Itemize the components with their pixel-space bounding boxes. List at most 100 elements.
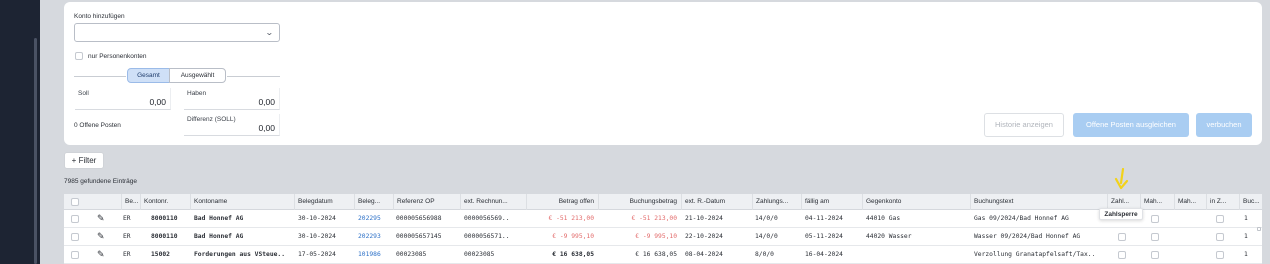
cell-doc-link[interactable]: 101986 xyxy=(358,246,381,264)
segment-total[interactable]: Gesamt xyxy=(127,68,170,83)
haben-label: Haben xyxy=(187,90,207,97)
column-header[interactable]: Kontoname xyxy=(190,194,294,210)
pencil-icon[interactable]: ✎ xyxy=(97,249,105,260)
cell-due-date: 16-04-2024 xyxy=(805,251,843,258)
column-header[interactable]: Be... xyxy=(121,194,140,210)
cell-ext-date: 22-10-2024 xyxy=(685,233,723,240)
account-select[interactable]: ⌄ xyxy=(74,23,280,42)
cell-payment-terms: 8/0/0 xyxy=(755,251,774,258)
cell-booking-text: Gas 09/2024/Bad Honnef AG xyxy=(974,215,1069,222)
cell-date: 30-10-2024 xyxy=(298,215,336,222)
show-history-button[interactable]: Historie anzeigen xyxy=(984,113,1064,137)
cell-account-name: Forderungen aus VSteue.. xyxy=(194,251,285,258)
cell-buc: 1 xyxy=(1244,251,1248,258)
row-checkbox[interactable] xyxy=(71,233,79,241)
cell-payment-terms: 14/0/0 xyxy=(755,233,778,240)
row-checkbox[interactable] xyxy=(71,215,79,223)
payment-block-checkbox[interactable] xyxy=(1118,233,1126,241)
column-header[interactable]: Kontonr. xyxy=(140,194,193,210)
cell-buc: 1 xyxy=(1244,233,1248,240)
highlight-arrow-icon xyxy=(1114,168,1129,190)
table-row[interactable]: ✎ ER 8000110 Bad Honnef AG 30-10-2024 20… xyxy=(64,228,1262,246)
column-header[interactable]: Buc... xyxy=(1239,194,1262,210)
cell-account-name: Bad Honnef AG xyxy=(194,215,244,222)
column-header[interactable]: fällig am xyxy=(801,194,862,210)
dunning-checkbox[interactable] xyxy=(1151,251,1159,259)
table-row[interactable]: ✎ ER 8000110 Bad Honnef AG 30-10-2024 20… xyxy=(64,210,1262,231)
select-all-checkbox[interactable] xyxy=(71,198,79,206)
cell-due-date: 04-11-2024 xyxy=(805,215,843,222)
cell-booking-amount: € 16 638,05 xyxy=(635,251,677,258)
payment-block-checkbox[interactable] xyxy=(1118,251,1126,259)
in-payment-checkbox[interactable] xyxy=(1216,215,1224,223)
difference-field: Differenz (SOLL) 0,00 xyxy=(184,114,280,136)
cell-account: 15002 xyxy=(151,251,170,258)
payment-block-tooltip: Zahlsperre xyxy=(1099,208,1143,220)
cell-buc: 1 xyxy=(1244,215,1248,222)
cell-date: 30-10-2024 xyxy=(298,233,336,240)
soll-value: 0,00 xyxy=(149,97,166,107)
cell-open-amount: € -51 213,00 xyxy=(548,215,595,222)
column-header[interactable]: Gegenkonto xyxy=(862,194,970,210)
person-accounts-checkbox[interactable] xyxy=(75,52,83,60)
column-header[interactable]: Belegdatum xyxy=(294,194,354,210)
sidebar-scrollbar[interactable] xyxy=(34,38,37,264)
column-header[interactable]: Beleg... xyxy=(354,194,393,210)
cell-due-date: 05-11-2024 xyxy=(805,233,843,240)
column-header[interactable]: Buchungsbetrag xyxy=(598,194,681,210)
dunning-checkbox[interactable] xyxy=(1151,233,1159,241)
divider xyxy=(227,76,280,77)
open-items-table: Be... Kontonr. Kontoname Belegdatum Bele… xyxy=(64,194,1262,264)
difference-value: 0,00 xyxy=(258,123,275,133)
difference-label: Differenz (SOLL) xyxy=(187,116,236,123)
column-header[interactable]: Mah... xyxy=(1174,194,1206,210)
cell-ext-invoice: 00023085 xyxy=(464,251,495,258)
column-header[interactable]: in Z... xyxy=(1206,194,1239,210)
column-header[interactable]: Buchungstext xyxy=(970,194,1107,210)
cell-payment-terms: 14/0/0 xyxy=(755,215,778,222)
cell-reference: 000005657145 xyxy=(396,233,442,240)
open-items-panel: Konto hinzufügen ⌄ nur Personenkonten Ge… xyxy=(64,2,1262,145)
column-header[interactable]: Betrag offen xyxy=(526,194,598,210)
cell-counter-account: 44010 Gas xyxy=(866,215,901,222)
row-checkbox[interactable] xyxy=(71,251,79,259)
cell-type: ER xyxy=(123,215,131,222)
cell-ext-invoice: 0000056571.. xyxy=(464,233,510,240)
plus-icon: + xyxy=(71,156,79,165)
column-header[interactable]: ext. R.-Datum xyxy=(681,194,752,210)
pencil-icon[interactable]: ✎ xyxy=(97,231,105,242)
cell-booking-text: Wasser 09/2024/Bad Honnef AG xyxy=(974,233,1081,240)
column-header[interactable]: Mah... xyxy=(1140,194,1174,210)
cell-type: ER xyxy=(123,251,131,258)
cell-doc-link[interactable]: 202295 xyxy=(358,210,381,228)
cell-counter-account: 44020 Wasser xyxy=(866,233,912,240)
cell-ext-invoice: 0000056569.. xyxy=(464,215,510,222)
person-accounts-label: nur Personenkonten xyxy=(88,53,147,60)
result-count: 7985 gefundene Einträge xyxy=(64,178,138,185)
in-payment-checkbox[interactable] xyxy=(1216,233,1224,241)
dunning-checkbox[interactable] xyxy=(1151,215,1159,223)
pencil-icon[interactable]: ✎ xyxy=(97,213,105,224)
cell-account: 8000110 xyxy=(151,215,178,222)
cell-account: 8000110 xyxy=(151,233,178,240)
table-row[interactable]: ✎ ER 15002 Forderungen aus VSteue.. 17-0… xyxy=(64,246,1262,264)
filter-button[interactable]: + Filter xyxy=(64,152,104,169)
soll-field: Soll 0,00 xyxy=(75,88,171,110)
chevron-down-icon: ⌄ xyxy=(265,28,275,37)
column-header[interactable]: Zahlungs... xyxy=(752,194,801,210)
filter-label: Filter xyxy=(78,156,97,165)
column-header[interactable]: Referenz OP xyxy=(393,194,460,210)
in-payment-checkbox[interactable] xyxy=(1216,251,1224,259)
haben-value: 0,00 xyxy=(258,97,275,107)
clear-open-items-button[interactable]: Offene Posten ausgleichen xyxy=(1073,113,1189,137)
cell-open-amount: € -9 995,10 xyxy=(552,233,594,240)
cell-doc-link[interactable]: 202293 xyxy=(358,228,381,246)
cell-ext-date: 08-04-2024 xyxy=(685,251,723,258)
sidebar: kel sen xyxy=(0,0,40,264)
account-label: Konto hinzufügen xyxy=(74,13,125,20)
cell-date: 17-05-2024 xyxy=(298,251,336,258)
column-header[interactable]: ext. Rechnun... xyxy=(460,194,526,210)
cell-reference: 000005656988 xyxy=(396,215,442,222)
post-button[interactable]: verbuchen xyxy=(1196,113,1252,137)
segment-selected[interactable]: Ausgewählt xyxy=(169,68,226,83)
